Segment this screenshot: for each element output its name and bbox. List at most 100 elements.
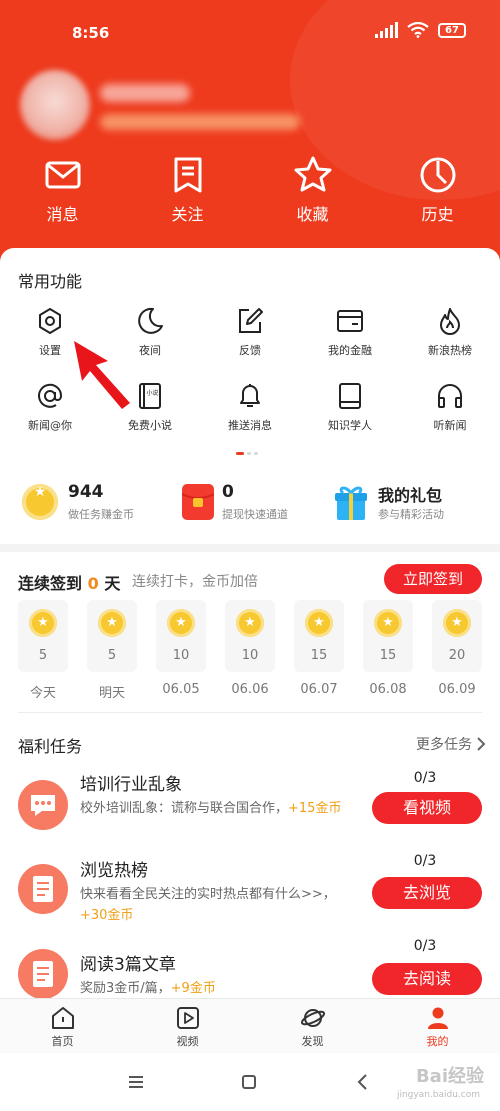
status-time: 8:56 [72, 24, 110, 42]
signin-card[interactable]: 15 [363, 600, 413, 672]
function-finance[interactable]: 我的金融 [300, 306, 400, 358]
planet-icon [300, 1009, 325, 1027]
pointer-arrow-icon [74, 341, 130, 409]
back-icon[interactable] [356, 1073, 368, 1091]
signin-day-label: 06.09 [438, 682, 476, 697]
nav-home[interactable]: 首页 [0, 999, 125, 1053]
task-title: 浏览热榜 [80, 861, 148, 881]
function-knowledge[interactable]: 知识学人 [300, 381, 400, 433]
signin-card-value: 20 [448, 648, 466, 663]
cash-stat[interactable]: 0 提现快速通道 [182, 480, 332, 530]
welfare-title: 福利任务 [18, 737, 83, 756]
function-label: 我的金融 [328, 344, 372, 357]
read-button[interactable]: 去阅读 [372, 963, 482, 995]
stats-row: 944 做任务赚金币 0 提现快速通道 我的礼包 参与精彩活动 [0, 480, 500, 530]
signin-card[interactable]: 15 [294, 600, 344, 672]
task-desc: 快来看看全民关注的实时热点都有什么>>， +30金币 [80, 884, 352, 926]
signin-section: 连续签到 0 天 连续打卡，金币加倍 立即签到 5 5 10 10 15 15 … [0, 560, 500, 710]
notebook-icon [339, 383, 361, 409]
signin-button[interactable]: 立即签到 [384, 564, 482, 594]
signin-card-value: 10 [241, 648, 259, 663]
wallet-icon [337, 310, 363, 332]
signin-card[interactable]: 5 [18, 600, 68, 672]
nav-discover[interactable]: 发现 [250, 999, 375, 1053]
quick-follow[interactable]: 关注 [125, 155, 250, 235]
document-icon [18, 864, 68, 914]
battery-icon: 67 [438, 22, 466, 38]
signin-card-value: 10 [172, 648, 190, 663]
watermark: Bai经验 [415, 1066, 484, 1087]
signin-title-prefix: 连续签到 [18, 574, 83, 593]
bell-icon [240, 384, 260, 407]
signin-card-value: 5 [107, 648, 117, 663]
document-icon [18, 949, 68, 999]
function-label: 免费小说 [128, 419, 172, 432]
user-info-blurred [100, 114, 300, 130]
coins-stat[interactable]: 944 做任务赚金币 [22, 480, 172, 530]
signin-card[interactable]: 20 [432, 600, 482, 672]
quick-messages[interactable]: 消息 [0, 155, 125, 235]
task-item: 培训行业乱象 校外培训乱象：谎称与联合国合作，+15金币 0/3 看视频 [0, 764, 500, 854]
task-reward: +9金币 [170, 981, 216, 996]
task-title: 培训行业乱象 [80, 775, 182, 795]
function-label: 听新闻 [433, 419, 467, 432]
coins-desc: 做任务赚金币 [68, 508, 134, 521]
quick-label: 关注 [171, 205, 204, 224]
function-push-messages[interactable]: 推送消息 [200, 381, 300, 433]
common-functions-title: 常用功能 [18, 272, 83, 291]
function-label: 反馈 [239, 344, 261, 357]
signin-title-suffix: 天 [104, 574, 121, 593]
task-reward: +15金币 [288, 801, 342, 816]
chat-icon [18, 780, 68, 830]
more-tasks-label: 更多任务 [416, 737, 472, 753]
person-icon [427, 1007, 448, 1029]
coin-icon [305, 609, 333, 637]
function-label: 夜间 [139, 344, 161, 357]
more-tasks-link[interactable]: 更多任务 [416, 734, 486, 754]
gift-desc: 参与精彩活动 [378, 508, 444, 521]
edit-icon [239, 308, 263, 333]
page-indicator [236, 452, 258, 455]
watch-video-button[interactable]: 看视频 [372, 792, 482, 824]
function-label: 新浪热榜 [428, 344, 472, 357]
home-square-icon[interactable] [241, 1074, 257, 1090]
signin-card[interactable]: 10 [156, 600, 206, 672]
coin-icon [443, 609, 471, 637]
quick-history[interactable]: 历史 [375, 155, 500, 235]
profile-card[interactable] [14, 70, 494, 150]
function-label: 知识学人 [328, 419, 372, 432]
function-listen-news[interactable]: 听新闻 [400, 381, 500, 433]
nav-me[interactable]: 我的 [375, 999, 500, 1053]
function-hot-list[interactable]: 新浪热榜 [400, 306, 500, 358]
gift-label: 我的礼包 [378, 486, 443, 505]
red-envelope-icon [182, 484, 214, 520]
gift-stat[interactable]: 我的礼包 参与精彩活动 [334, 480, 494, 530]
quick-label: 收藏 [296, 205, 329, 224]
avatar[interactable] [20, 70, 90, 140]
divider [18, 712, 482, 713]
function-label: 推送消息 [228, 419, 272, 432]
browse-button[interactable]: 去浏览 [372, 877, 482, 909]
bookmark-icon [174, 157, 201, 193]
wifi-icon [407, 22, 429, 38]
nav-video[interactable]: 视频 [125, 999, 250, 1053]
profile-header: 8:56 67 消息 关注 收藏 历史 [0, 0, 500, 270]
coins-value: 944 [68, 482, 104, 502]
coin-icon [29, 609, 57, 637]
signin-card[interactable]: 10 [225, 600, 275, 672]
signin-title: 连续签到 0 天 [18, 570, 120, 594]
signin-day-label: 今天 [29, 686, 56, 701]
section-separator [0, 544, 500, 552]
signin-card[interactable]: 5 [87, 600, 137, 672]
task-progress: 0/3 [413, 853, 437, 869]
status-icons: 67 [375, 22, 466, 38]
menu-icon[interactable] [128, 1075, 144, 1089]
nav-label: 我的 [426, 1035, 449, 1048]
bottom-navigation: 首页 视频 发现 我的 [0, 998, 500, 1053]
task-desc-text: 奖励3金币/篇， [80, 981, 171, 996]
quick-favorites[interactable]: 收藏 [250, 155, 375, 235]
signal-icon [375, 22, 398, 38]
video-icon [176, 1007, 199, 1029]
function-feedback[interactable]: 反馈 [200, 306, 300, 358]
function-label: 新闻@你 [28, 419, 72, 432]
